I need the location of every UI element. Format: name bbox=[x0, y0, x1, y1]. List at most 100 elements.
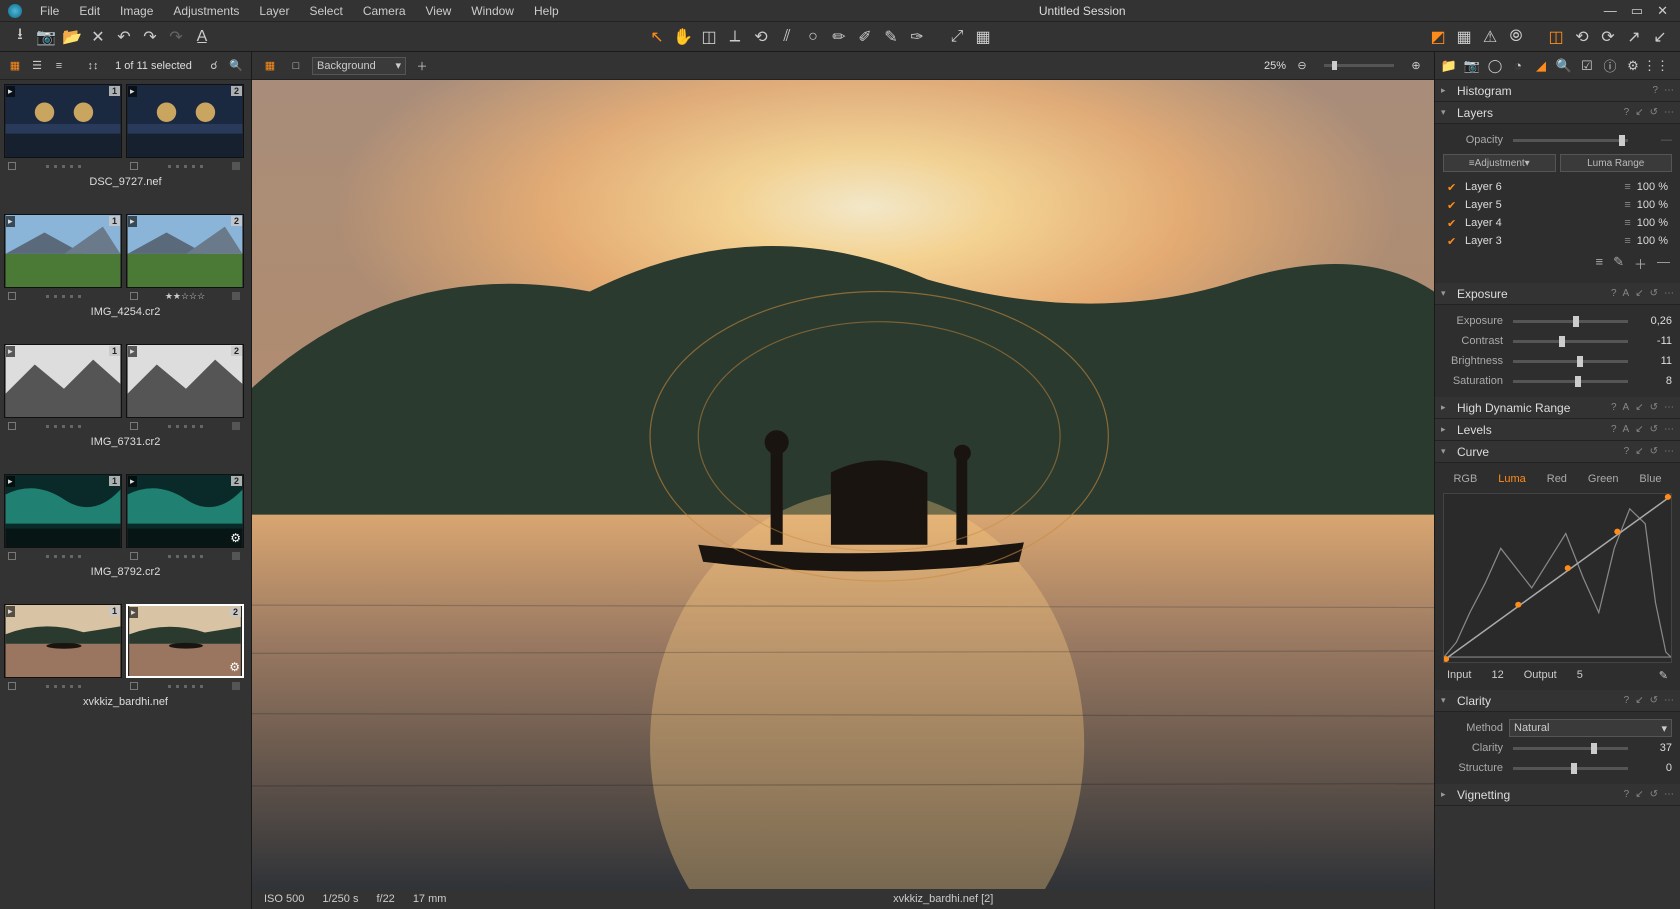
layer-row[interactable]: ✔Layer 4≡100 % bbox=[1443, 214, 1672, 232]
keystone-tool-icon[interactable]: ⫽ bbox=[775, 25, 799, 49]
tab-details-icon[interactable]: 🔍 bbox=[1554, 56, 1574, 76]
layer-row[interactable]: ✔Layer 5≡100 % bbox=[1443, 196, 1672, 214]
single-view-icon[interactable]: □ bbox=[286, 56, 306, 76]
menu-image[interactable]: Image bbox=[110, 4, 163, 18]
curve-tab-rgb[interactable]: RGB bbox=[1453, 473, 1477, 485]
menu-view[interactable]: View bbox=[416, 4, 462, 18]
tab-color-icon[interactable]: ◔ bbox=[1508, 56, 1528, 76]
adjustment-dropdown[interactable]: ≡ Adjustment ▾ bbox=[1443, 154, 1556, 172]
zoom-out-icon[interactable]: ⊖ bbox=[1292, 56, 1312, 76]
thumbnail[interactable]: ▸1 bbox=[4, 604, 122, 678]
minimize-icon[interactable]: — bbox=[1604, 3, 1617, 19]
panel-curve[interactable]: ▾Curve ?↙↺⋯ bbox=[1435, 441, 1680, 463]
multi-view-icon[interactable]: ▦ bbox=[260, 56, 280, 76]
expand-icon[interactable]: ↙ bbox=[1635, 107, 1643, 118]
tab-capture-icon[interactable]: 📷 bbox=[1462, 56, 1482, 76]
search-icon[interactable]: 🔍 bbox=[227, 57, 245, 75]
thumbnail[interactable]: ▸1 bbox=[4, 344, 122, 418]
warning-icon[interactable]: ⚠ bbox=[1478, 25, 1502, 49]
layer-select[interactable]: Background▾ bbox=[312, 57, 406, 75]
process-icon[interactable]: ↙ bbox=[1648, 25, 1672, 49]
capture-icon[interactable]: 📷 bbox=[34, 25, 58, 49]
panel-exposure[interactable]: ▾Exposure ?A↙↺⋯ bbox=[1435, 283, 1680, 305]
panel-hdr[interactable]: ▸High Dynamic Range ?A↙↺⋯ bbox=[1435, 397, 1680, 419]
saturation-slider[interactable] bbox=[1513, 380, 1628, 383]
tab-output-icon[interactable]: ⚙ bbox=[1623, 56, 1643, 76]
tab-adjust-icon[interactable]: ☑ bbox=[1577, 56, 1597, 76]
structure-slider[interactable] bbox=[1513, 767, 1628, 770]
rotate-tool-icon[interactable]: ⟲ bbox=[749, 25, 773, 49]
export-icon[interactable]: ↗ bbox=[1622, 25, 1646, 49]
layer-del-icon[interactable]: — bbox=[1657, 254, 1670, 273]
annotate-icon[interactable]: A̲ bbox=[190, 25, 214, 49]
layer-row[interactable]: ✔Layer 6≡100 % bbox=[1443, 178, 1672, 196]
viewer-image[interactable] bbox=[252, 80, 1434, 889]
thumbnail[interactable]: ▸1 bbox=[4, 84, 122, 158]
spot-tool-icon[interactable]: ○ bbox=[801, 25, 825, 49]
curve-tab-green[interactable]: Green bbox=[1588, 473, 1619, 485]
redo-icon[interactable]: ↷ bbox=[138, 25, 162, 49]
clarity-slider[interactable] bbox=[1513, 747, 1628, 750]
help-icon[interactable]: ? bbox=[1652, 85, 1658, 96]
thumbnail[interactable]: ▸2 bbox=[126, 84, 244, 158]
compare-icon[interactable]: ▦ bbox=[971, 25, 995, 49]
brightness-slider[interactable] bbox=[1513, 360, 1628, 363]
filter-icon[interactable]: ☌ bbox=[205, 57, 223, 75]
curve-tab-luma[interactable]: Luma bbox=[1498, 473, 1526, 485]
panel-clarity[interactable]: ▾Clarity ?↙↺⋯ bbox=[1435, 690, 1680, 712]
menu-help[interactable]: Help bbox=[524, 4, 569, 18]
clarity-method-dropdown[interactable]: Natural▾ bbox=[1509, 719, 1672, 737]
opacity-slider[interactable] bbox=[1513, 139, 1628, 142]
thumbnail[interactable]: ▸1 bbox=[4, 474, 122, 548]
highlight-warn-icon[interactable]: ◩ bbox=[1426, 25, 1450, 49]
layer-brush-icon[interactable]: ✎ bbox=[1613, 254, 1624, 273]
radial-tool-icon[interactable]: ✑ bbox=[905, 25, 929, 49]
zoom-in-icon[interactable]: ⊕ bbox=[1406, 56, 1426, 76]
tab-metadata-icon[interactable]: ⓘ bbox=[1600, 56, 1620, 76]
panel-vignetting[interactable]: ▸Vignetting ?↙↺⋯ bbox=[1435, 784, 1680, 806]
thumbnail[interactable]: ▸2⚙ bbox=[126, 474, 244, 548]
layer-opts-icon[interactable]: ≡ bbox=[1595, 254, 1603, 273]
hand-tool-icon[interactable]: ✋ bbox=[671, 25, 695, 49]
add-layer-icon[interactable]: ＋ bbox=[412, 56, 432, 76]
close-icon[interactable]: ✕ bbox=[1657, 3, 1668, 19]
panel-levels[interactable]: ▸Levels ?A↙↺⋯ bbox=[1435, 419, 1680, 441]
menu-layer[interactable]: Layer bbox=[249, 4, 299, 18]
layer-add-icon[interactable]: ＋ bbox=[1634, 254, 1647, 273]
view-filmstrip-icon[interactable]: ≡ bbox=[50, 57, 68, 75]
panel-histogram[interactable]: ▸Histogram ?⋯ bbox=[1435, 80, 1680, 102]
curve-tab-blue[interactable]: Blue bbox=[1639, 473, 1661, 485]
layer-row[interactable]: ✔Layer 3≡100 % bbox=[1443, 232, 1672, 250]
menu-dots-icon[interactable]: ⋯ bbox=[1664, 107, 1674, 118]
luma-range-button[interactable]: Luma Range bbox=[1560, 154, 1673, 172]
sort-icon[interactable]: ↕↕ bbox=[84, 57, 102, 75]
thumbnail[interactable]: ▸1 bbox=[4, 214, 122, 288]
open-folder-icon[interactable]: 📂 bbox=[60, 25, 84, 49]
rotate-cw-icon[interactable]: ⟳ bbox=[1596, 25, 1620, 49]
delete-icon[interactable]: ✕ bbox=[86, 25, 110, 49]
menu-edit[interactable]: Edit bbox=[69, 4, 110, 18]
tab-batch-icon[interactable]: ⋮⋮ bbox=[1646, 56, 1666, 76]
menu-select[interactable]: Select bbox=[299, 4, 352, 18]
crop-tool-icon[interactable]: ⟂ bbox=[723, 25, 747, 49]
menu-adjustments[interactable]: Adjustments bbox=[163, 4, 249, 18]
expand-icon[interactable]: ⤢ bbox=[945, 25, 969, 49]
menu-window[interactable]: Window bbox=[461, 4, 524, 18]
loupe-tool-icon[interactable]: ◫ bbox=[697, 25, 721, 49]
curve-tab-red[interactable]: Red bbox=[1547, 473, 1567, 485]
contrast-slider[interactable] bbox=[1513, 340, 1628, 343]
exposure-slider[interactable] bbox=[1513, 320, 1628, 323]
curve-picker-icon[interactable]: ✎ bbox=[1659, 669, 1668, 682]
curve-editor[interactable] bbox=[1443, 493, 1672, 663]
menu-dots-icon[interactable]: ⋯ bbox=[1664, 85, 1674, 96]
thumbnail[interactable]: ▸2⚙ bbox=[126, 604, 244, 678]
gradient-tool-icon[interactable]: ✎ bbox=[879, 25, 903, 49]
brush-tool-icon[interactable]: ✏ bbox=[827, 25, 851, 49]
thumbnail[interactable]: ▸2 bbox=[126, 344, 244, 418]
panel-layers[interactable]: ▾Layers ?↙↺⋯ bbox=[1435, 102, 1680, 124]
before-after-icon[interactable]: ◫ bbox=[1544, 25, 1568, 49]
reset-icon[interactable]: ↺ bbox=[1650, 107, 1658, 118]
grid-icon[interactable]: ▦ bbox=[1452, 25, 1476, 49]
redo2-icon[interactable]: ↷ bbox=[164, 25, 188, 49]
undo-icon[interactable]: ↶ bbox=[112, 25, 136, 49]
